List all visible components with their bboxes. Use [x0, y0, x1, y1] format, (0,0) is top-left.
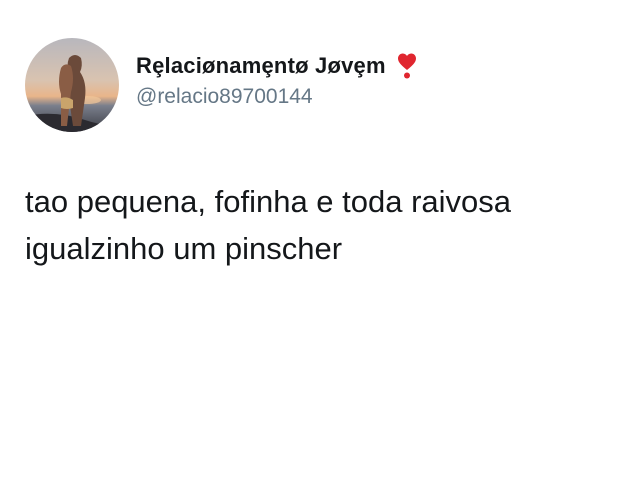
tweet-header: Rȩlaciønamȩntø Jøvȩm @relacio89700144: [136, 52, 416, 109]
tweet-card: Rȩlaciønamȩntø Jøvȩm @relacio89700144 ta…: [0, 0, 640, 480]
user-handle[interactable]: @relacio89700144: [136, 85, 416, 109]
avatar-photo: [25, 38, 119, 132]
avatar[interactable]: [25, 38, 119, 132]
tweet-text-line: tao pequena, fofinha e toda raivosa: [25, 184, 512, 219]
display-name[interactable]: Rȩlaciønamȩntø Jøvȩm: [136, 53, 386, 79]
tweet-text: tao pequena, fofinha e toda raivosa igua…: [25, 178, 625, 272]
tweet-text-line: igualzinho um pinscher: [25, 231, 343, 266]
heart-exclamation-icon: [397, 53, 416, 79]
display-name-row: Rȩlaciønamȩntø Jøvȩm: [136, 52, 416, 80]
